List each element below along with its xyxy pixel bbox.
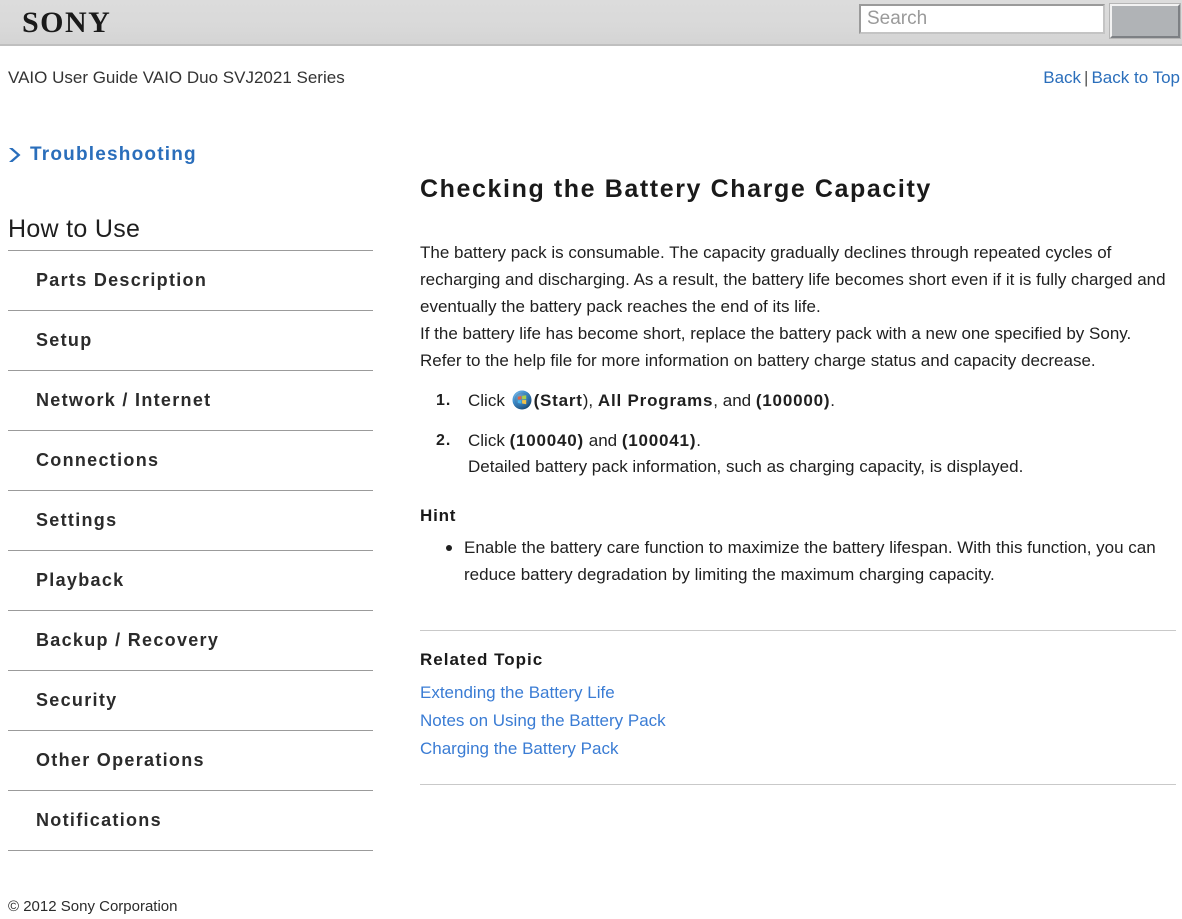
procedure-steps: Click (Start), All Programs, and (100000…	[420, 388, 1176, 480]
page-title: Checking the Battery Charge Capacity	[420, 175, 932, 203]
search-button[interactable]	[1109, 3, 1181, 39]
sidebar-item-notifications[interactable]: Notifications	[8, 791, 373, 850]
search-input[interactable]	[859, 4, 1105, 34]
site-header-bar: SONY	[0, 0, 1182, 46]
sidebar-item-security[interactable]: Security	[8, 671, 373, 730]
sidebar-item-troubleshooting-label: Troubleshooting	[30, 144, 197, 165]
list-item: Notes on Using the Battery Pack	[420, 710, 1176, 732]
sidebar-item-setup[interactable]: Setup	[8, 311, 373, 370]
intro-line-2: If the battery life has become short, re…	[420, 324, 1132, 370]
list-item: Settings	[8, 490, 373, 550]
list-item: Setup	[8, 310, 373, 370]
guide-title: VAIO User Guide VAIO Duo SVJ2021 Series	[8, 68, 345, 87]
step-1-start-close: ),	[582, 391, 598, 410]
related-link-extending-the-battery-life[interactable]: Extending the Battery Life	[420, 683, 615, 702]
list-item: Enable the battery care function to maxi…	[446, 534, 1174, 588]
step-2-prefix: Click	[468, 431, 510, 450]
sony-logo: SONY	[22, 6, 112, 39]
sidebar-item-parts-description[interactable]: Parts Description	[8, 251, 373, 310]
step-1-item: (100000)	[755, 391, 831, 410]
step-1-middle: , and	[713, 391, 756, 410]
sub-header: VAIO User Guide VAIO Duo SVJ2021 Series …	[0, 46, 1182, 98]
hint-list: Enable the battery care function to maxi…	[420, 534, 1176, 588]
step-1-prefix: Click	[468, 391, 510, 410]
step-1-start-label: Start	[540, 391, 583, 410]
sidebar-menu: Parts Description Setup Network / Intern…	[0, 250, 373, 851]
list-item: Network / Internet	[8, 370, 373, 430]
sidebar-item-settings[interactable]: Settings	[8, 491, 373, 550]
list-item: Other Operations	[8, 730, 373, 790]
content-divider-bottom	[420, 784, 1176, 785]
step-2-item-2: (100041)	[621, 431, 697, 450]
related-topic-list: Extending the Battery Life Notes on Usin…	[420, 682, 1176, 760]
step-1-suffix: .	[830, 391, 836, 410]
sidebar-item-troubleshooting[interactable]: Troubleshooting	[0, 140, 400, 170]
search-area	[859, 3, 1181, 39]
list-item: Security	[8, 670, 373, 730]
sidebar-item-network-internet[interactable]: Network / Internet	[8, 371, 373, 430]
related-link-notes-on-using-the-battery-pack[interactable]: Notes on Using the Battery Pack	[420, 711, 666, 730]
intro-line-1: The battery pack is consumable. The capa…	[420, 243, 1166, 316]
list-item: Backup / Recovery	[8, 610, 373, 670]
related-link-charging-the-battery-pack[interactable]: Charging the Battery Pack	[420, 739, 618, 758]
list-item: Notifications	[8, 790, 373, 851]
list-item: Extending the Battery Life	[420, 682, 1176, 704]
back-to-top-link[interactable]: Back to Top	[1091, 68, 1180, 87]
step-2-middle: and	[584, 431, 622, 450]
step-2-item-1: (100040)	[509, 431, 585, 450]
sidebar-item-connections[interactable]: Connections	[8, 431, 373, 490]
hint-heading: Hint	[420, 506, 457, 525]
top-nav: Back | Back to Top	[1043, 68, 1180, 88]
step-1-all-programs: All Programs	[597, 391, 714, 410]
sidebar-item-playback[interactable]: Playback	[8, 551, 373, 610]
sidebar: Troubleshooting How to Use Parts Descrip…	[0, 140, 400, 851]
sidebar-section-title: How to Use	[8, 215, 141, 243]
step-2-detail: Detailed battery pack information, such …	[468, 457, 1024, 476]
back-link[interactable]: Back	[1043, 68, 1081, 87]
footer-copyright: © 2012 Sony Corporation	[8, 898, 178, 915]
list-item: Charging the Battery Pack	[420, 738, 1176, 760]
list-item: Click (100040) and (100041). Detailed ba…	[420, 428, 1176, 480]
list-item: Playback	[8, 550, 373, 610]
sidebar-item-backup-recovery[interactable]: Backup / Recovery	[8, 611, 373, 670]
list-item: Click (Start), All Programs, and (100000…	[420, 388, 1176, 414]
sidebar-item-other-operations[interactable]: Other Operations	[8, 731, 373, 790]
step-2-suffix: .	[696, 431, 702, 450]
windows-start-orb-icon	[512, 390, 532, 410]
related-topic-heading: Related Topic	[420, 650, 544, 669]
list-item: Connections	[8, 430, 373, 490]
list-item: Parts Description	[8, 250, 373, 310]
chevron-right-icon	[9, 148, 21, 162]
content-divider-top	[420, 630, 1176, 631]
intro-paragraph: The battery pack is consumable. The capa…	[420, 239, 1172, 374]
main-content: Checking the Battery Charge Capacity The…	[420, 175, 1176, 785]
nav-separator: |	[1084, 68, 1089, 87]
